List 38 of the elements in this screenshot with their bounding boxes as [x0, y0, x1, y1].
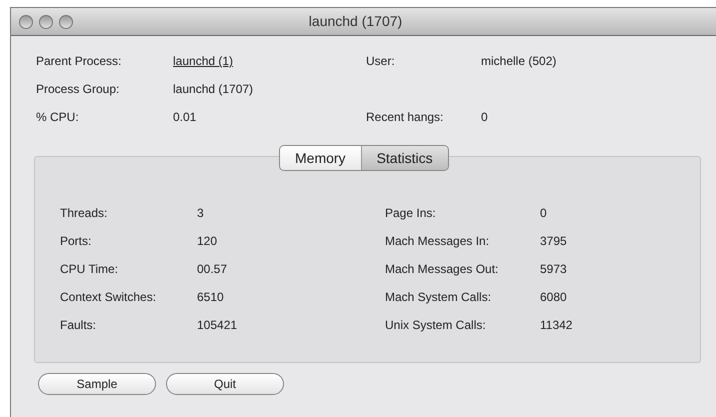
window-control-icon[interactable]: [39, 15, 53, 29]
tab[interactable]: Statistics: [360, 146, 448, 170]
field-label: Threads:: [60, 205, 108, 222]
field-label: Mach System Calls:: [385, 289, 492, 306]
field-value: 0.01: [173, 109, 196, 126]
action-button[interactable]: Sample: [38, 373, 156, 395]
field-value: 0: [540, 205, 547, 222]
field-label: CPU Time:: [60, 261, 120, 278]
field-value: 11342: [540, 317, 572, 334]
field-label: Parent Process:: [36, 53, 122, 70]
window-title: launchd (1707): [308, 12, 404, 31]
field-label: % CPU:: [36, 109, 80, 126]
field-label: Unix System Calls:: [385, 317, 487, 334]
field-value: 00.57: [197, 261, 228, 278]
field-label: User:: [366, 53, 396, 70]
field-value: launchd (1707): [173, 81, 254, 98]
field-label: Faults:: [60, 317, 98, 334]
tab[interactable]: Memory: [280, 146, 361, 170]
field-label: Context Switches:: [60, 289, 158, 306]
field-value: 3: [197, 205, 204, 222]
field-label: Mach Messages In:: [385, 233, 490, 250]
window-control-icon[interactable]: [59, 15, 73, 29]
field-value: 6080: [540, 289, 567, 306]
field-value: 105421: [197, 317, 238, 334]
parent-process-link[interactable]: launchd (1): [173, 52, 234, 70]
action-button[interactable]: Quit: [166, 373, 284, 395]
field-label: Process Group:: [36, 81, 120, 98]
field-label: Ports:: [60, 233, 92, 250]
field-value: michelle (502): [481, 53, 556, 70]
window-control-icon[interactable]: [19, 15, 33, 29]
field-value: 0: [481, 109, 488, 126]
field-value: 5973: [540, 261, 567, 278]
field-label: Page Ins:: [385, 205, 437, 222]
field-label: Recent hangs:: [366, 109, 444, 126]
field-value: 3795: [540, 233, 567, 250]
field-value: 120: [197, 233, 218, 250]
field-value: 6510: [197, 289, 224, 306]
field-label: Mach Messages Out:: [385, 261, 500, 278]
